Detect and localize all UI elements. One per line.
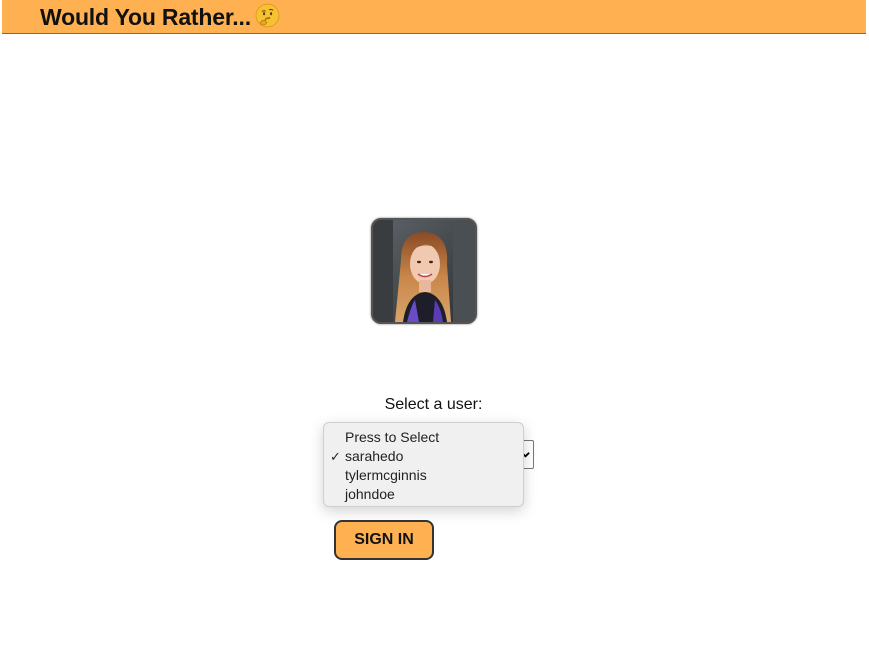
app-title-text: Would You Rather... xyxy=(40,4,251,30)
dropdown-option-johndoe[interactable]: johndoe xyxy=(324,485,523,504)
checkmark-icon: ✓ xyxy=(330,449,341,464)
app-title: Would You Rather... xyxy=(40,3,280,34)
option-label: Press to Select xyxy=(345,429,440,445)
option-label: sarahedo xyxy=(345,448,404,464)
user-select-dropdown[interactable]: Press to Select ✓ sarahedo tylermcginnis… xyxy=(323,422,524,507)
select-user-label: Select a user: xyxy=(0,396,869,414)
sign-in-button[interactable]: SIGN IN xyxy=(334,520,434,560)
dropdown-option-tylermcginnis[interactable]: tylermcginnis xyxy=(324,466,523,485)
dropdown-option-placeholder[interactable]: Press to Select xyxy=(324,428,523,447)
option-label: tylermcginnis xyxy=(345,467,427,483)
dropdown-option-sarahedo[interactable]: ✓ sarahedo xyxy=(324,447,523,466)
option-label: johndoe xyxy=(345,486,395,502)
app-header: Would You Rather... xyxy=(2,0,866,34)
thinking-face-icon xyxy=(255,3,280,34)
select-user-label-text: Select a user: xyxy=(384,396,483,413)
user-avatar-photo xyxy=(373,220,475,322)
user-avatar xyxy=(371,218,477,324)
